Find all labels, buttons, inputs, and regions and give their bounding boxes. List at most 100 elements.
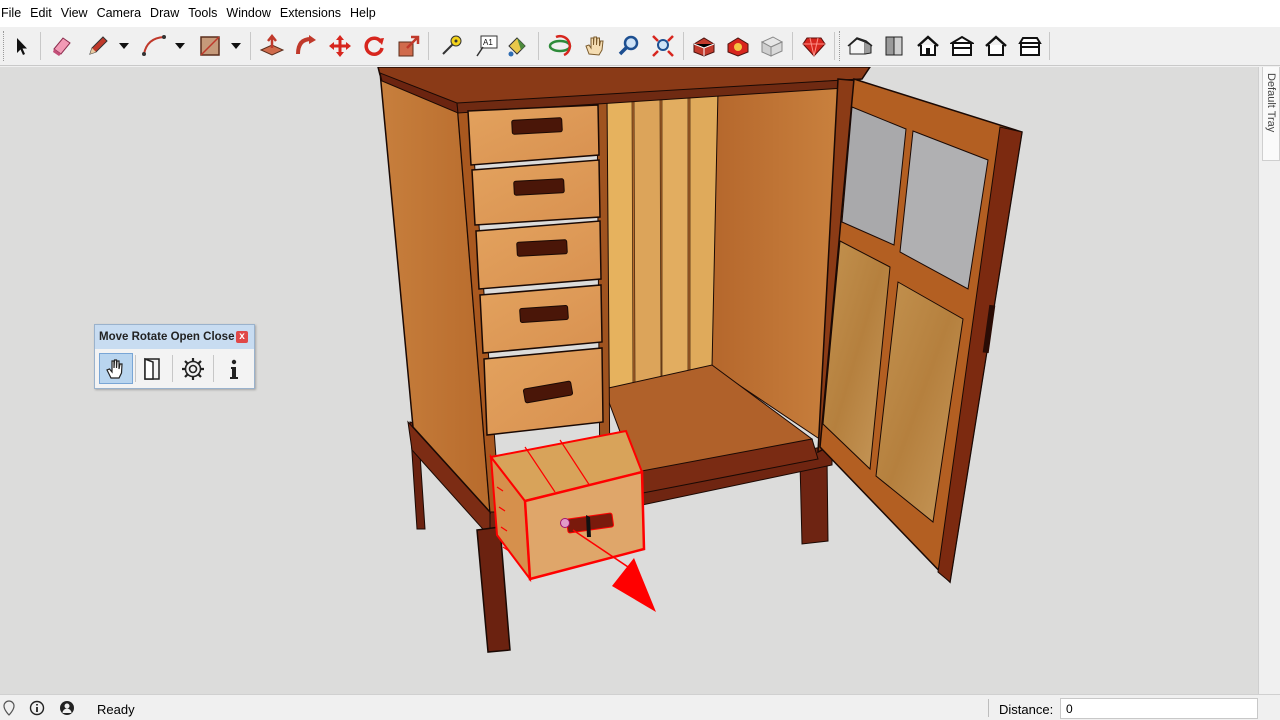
- menu-camera[interactable]: Camera: [94, 0, 147, 27]
- zoom-tool-button[interactable]: [615, 32, 643, 60]
- door-button[interactable]: [135, 353, 169, 384]
- drawer-handle[interactable]: [519, 304, 569, 324]
- select-tool-button[interactable]: [7, 32, 35, 60]
- settings-button[interactable]: [176, 353, 210, 384]
- menu-edit[interactable]: Edit: [27, 0, 58, 27]
- geolocation-icon[interactable]: [1, 700, 17, 716]
- paint-bucket-tool-button[interactable]: [503, 32, 531, 60]
- info-circle-icon: [29, 700, 45, 716]
- chevron-down-icon: [119, 43, 129, 49]
- cabinet-door-open[interactable]: [817, 78, 1023, 584]
- rectangle-tool-button[interactable]: [196, 32, 224, 60]
- eraser-tool-button[interactable]: [48, 32, 76, 60]
- menu-extensions[interactable]: Extensions: [277, 0, 347, 27]
- main-toolbar: A1: [0, 27, 1280, 66]
- panel-titlebar[interactable]: Move Rotate Open Close x: [95, 325, 254, 349]
- drawer-handle[interactable]: [511, 117, 563, 135]
- rotate-tool-button[interactable]: [360, 32, 388, 60]
- arc-tool-button[interactable]: [140, 32, 168, 60]
- scale-icon: [398, 35, 420, 57]
- orbit-tool-button[interactable]: [546, 32, 574, 60]
- layout-send-button[interactable]: [758, 32, 786, 60]
- measurements-input[interactable]: 0: [1060, 698, 1258, 719]
- zoom-extents-tool-button[interactable]: [649, 32, 677, 60]
- warehouse-icon: [693, 37, 715, 57]
- credits-icon[interactable]: [29, 700, 45, 716]
- menu-draw[interactable]: Draw: [147, 0, 185, 27]
- status-bar: Ready Distance: 0: [0, 694, 1280, 720]
- iso-house-icon: [847, 37, 873, 55]
- left-view-button[interactable]: [1016, 32, 1044, 60]
- drawer-1[interactable]: [467, 104, 600, 166]
- move-rotate-open-close-panel: Move Rotate Open Close x: [94, 324, 255, 389]
- follow-me-icon: [296, 35, 316, 55]
- orbit-icon: [548, 34, 572, 57]
- panel-title: Move Rotate Open Close: [99, 331, 235, 343]
- status-text: Ready: [97, 702, 135, 717]
- rectangle-icon: [200, 36, 220, 56]
- drawer-5[interactable]: [483, 347, 604, 436]
- back-view-button[interactable]: [982, 32, 1010, 60]
- chevron-down-icon: [175, 43, 185, 49]
- push-pull-tool-button[interactable]: [258, 32, 286, 60]
- menu-help[interactable]: Help: [347, 0, 382, 27]
- drawer-handle[interactable]: [513, 178, 565, 196]
- door-icon: [144, 357, 160, 380]
- toolbar-separator: [683, 32, 684, 60]
- pencil-icon: [89, 36, 108, 55]
- ruby-console-button[interactable]: [800, 32, 828, 60]
- pan-tool-button[interactable]: [581, 32, 609, 60]
- tape-measure-tool-button[interactable]: [437, 32, 465, 60]
- toolbar-separator: [428, 32, 429, 60]
- iso-view-button[interactable]: [846, 32, 874, 60]
- line-tool-dropdown[interactable]: [117, 39, 131, 53]
- toolbar-separator: [1049, 32, 1050, 60]
- default-tray-tab[interactable]: Default Tray: [1262, 67, 1280, 161]
- user-icon: [60, 701, 74, 715]
- front-view-button[interactable]: [914, 32, 942, 60]
- right-house-icon: [950, 35, 974, 56]
- menu-view[interactable]: View: [58, 0, 94, 27]
- follow-me-tool-button[interactable]: [292, 32, 320, 60]
- drawer-2[interactable]: [471, 159, 601, 226]
- toolbar-separator: [40, 32, 41, 60]
- shape-tool-dropdown[interactable]: [229, 39, 243, 53]
- menu-tools[interactable]: Tools: [185, 0, 223, 27]
- menu-file[interactable]: File: [0, 0, 27, 27]
- tray-strip: Default Tray: [1258, 67, 1280, 694]
- move-direction-arrowhead: [612, 558, 656, 612]
- menu-window[interactable]: Window: [223, 0, 276, 27]
- toolbar-separator: [250, 32, 251, 60]
- back-slat: [633, 96, 662, 385]
- drawer-6-open-selected[interactable]: [489, 429, 656, 612]
- measurements-separator: [988, 699, 989, 717]
- drawer-handle[interactable]: [516, 239, 568, 257]
- hand-icon: [106, 358, 123, 379]
- scale-tool-button[interactable]: [395, 32, 423, 60]
- move-open-button[interactable]: [99, 353, 133, 384]
- account-icon[interactable]: [59, 700, 75, 716]
- panel-close-button[interactable]: x: [236, 331, 248, 343]
- toolbar-grip[interactable]: [839, 31, 842, 61]
- 3d-warehouse-button[interactable]: [690, 32, 718, 60]
- back-slat: [605, 97, 634, 389]
- toolbar-grip[interactable]: [3, 31, 6, 61]
- panel-separator: [213, 355, 214, 382]
- top-view-button[interactable]: [880, 32, 908, 60]
- extension-warehouse-button[interactable]: [724, 32, 752, 60]
- layout-icon: [760, 36, 784, 57]
- info-button[interactable]: [217, 353, 251, 384]
- move-icon: [329, 35, 351, 57]
- text-icon: A1: [476, 35, 498, 57]
- panel-separator: [172, 355, 173, 382]
- text-tool-button[interactable]: A1: [473, 32, 501, 60]
- toolbar-separator: [834, 32, 835, 60]
- back-house-icon: [985, 35, 1007, 56]
- right-view-button[interactable]: [948, 32, 976, 60]
- front-house-icon: [917, 35, 939, 56]
- drawer-3[interactable]: [475, 220, 602, 290]
- arc-tool-dropdown[interactable]: [173, 39, 187, 53]
- line-tool-button[interactable]: [84, 32, 112, 60]
- drawer-4[interactable]: [479, 284, 603, 354]
- move-tool-button[interactable]: [326, 32, 354, 60]
